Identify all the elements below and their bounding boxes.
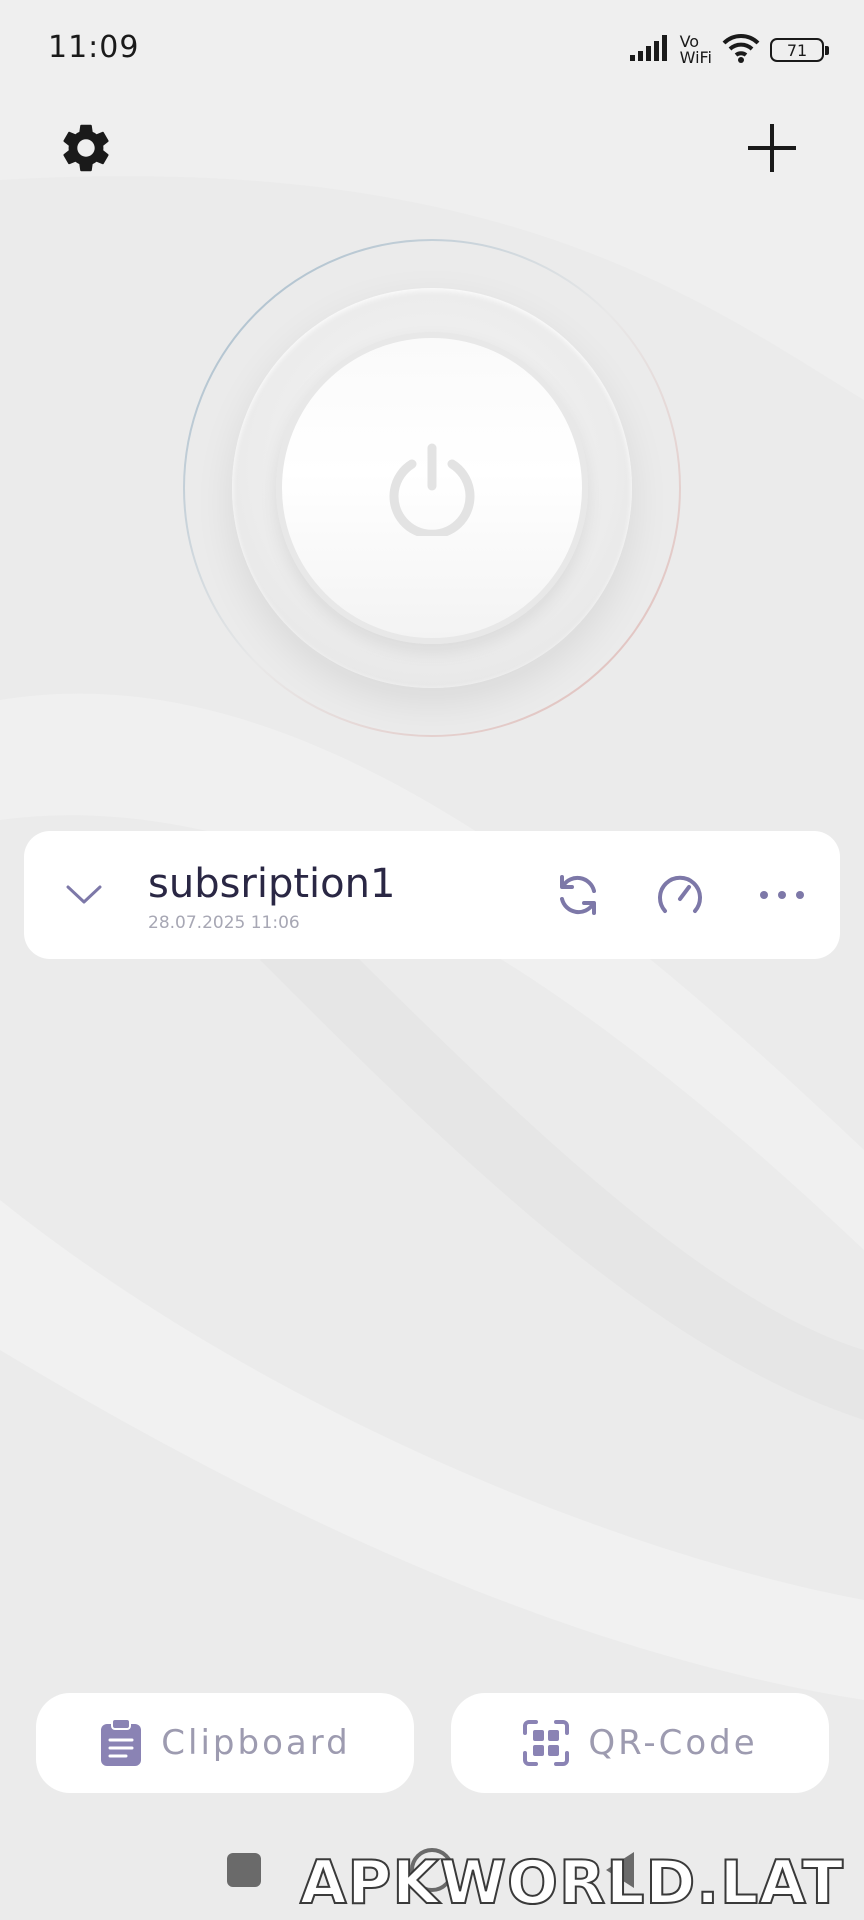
battery-level: 71 xyxy=(786,40,808,60)
qr-code-button[interactable]: QR-Code xyxy=(451,1693,829,1793)
add-button[interactable] xyxy=(736,112,808,184)
more-icon xyxy=(760,891,804,899)
signal-bars-icon xyxy=(629,34,670,66)
vowifi-icon: Vo WiFi xyxy=(680,34,712,66)
speedometer-icon xyxy=(658,875,702,913)
watermark-text: APKWORLD.LAT xyxy=(299,1847,844,1919)
square-icon xyxy=(227,1853,261,1887)
clipboard-label: Clipboard xyxy=(161,1723,351,1763)
subscription-name: subsription1 xyxy=(148,861,396,907)
vowifi-bottom: WiFi xyxy=(679,48,712,67)
more-button[interactable] xyxy=(752,865,812,925)
refresh-button[interactable] xyxy=(548,865,608,925)
battery-icon: 71 xyxy=(770,38,829,62)
clipboard-button[interactable]: Clipboard xyxy=(36,1693,414,1793)
subscription-card[interactable]: subsription1 28.07.2025 11:06 xyxy=(24,831,840,959)
subscription-updated: 28.07.2025 11:06 xyxy=(148,913,300,933)
chevron-down-icon xyxy=(66,885,102,904)
status-time: 11:09 xyxy=(48,30,140,65)
expand-button[interactable] xyxy=(54,865,114,925)
wifi-icon xyxy=(722,33,760,68)
gear-icon xyxy=(63,124,109,172)
qr-code-label: QR-Code xyxy=(588,1723,758,1763)
status-bar: 11:09 Vo WiFi 71 xyxy=(0,0,864,100)
qr-scan-icon xyxy=(523,1720,570,1766)
power-button[interactable] xyxy=(276,332,588,644)
plus-icon xyxy=(748,124,796,172)
refresh-icon xyxy=(560,875,596,915)
recents-button[interactable] xyxy=(214,1840,274,1900)
speed-test-button[interactable] xyxy=(650,865,710,925)
power-icon xyxy=(389,443,475,536)
status-icons: Vo WiFi 71 xyxy=(629,30,829,70)
power-area xyxy=(182,238,682,738)
clipboard-icon xyxy=(101,1718,142,1766)
settings-button[interactable] xyxy=(50,112,122,184)
